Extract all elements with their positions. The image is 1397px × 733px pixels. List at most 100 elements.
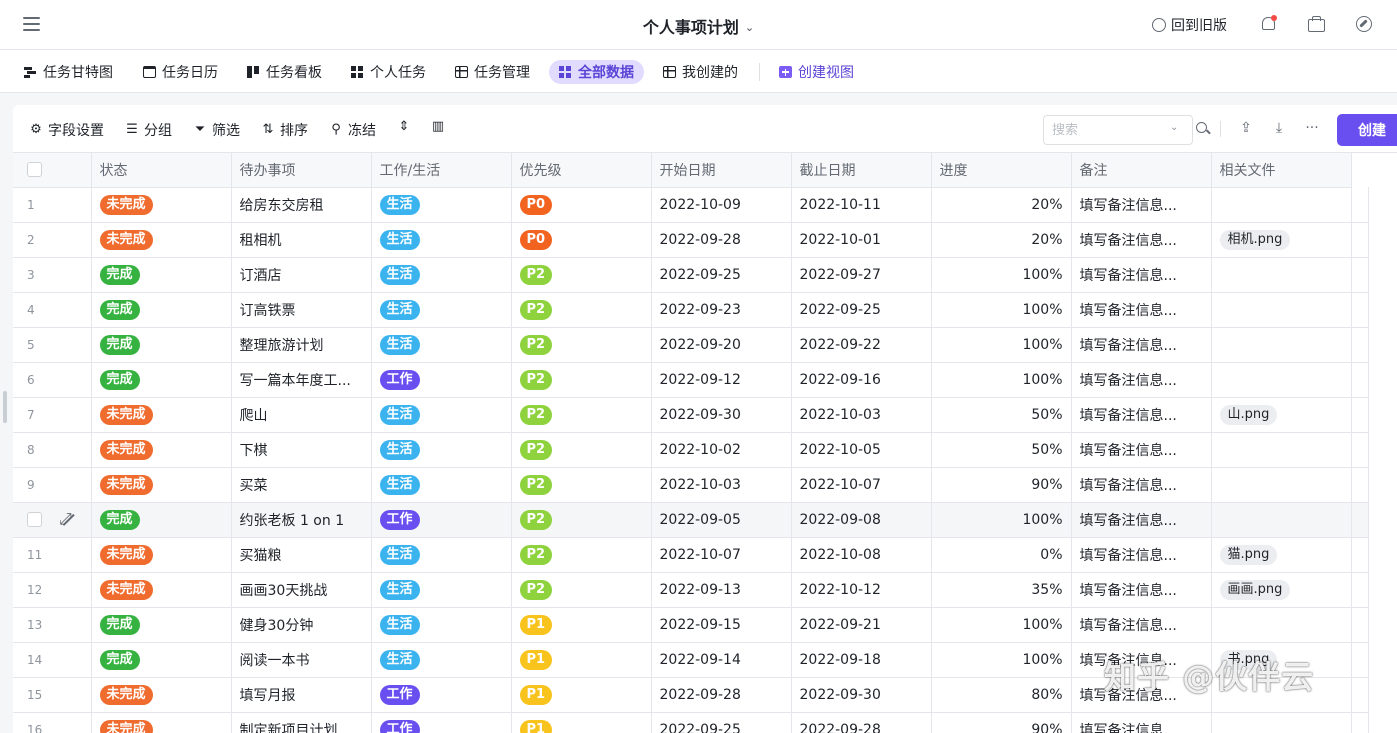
priority-cell[interactable]: P1 — [511, 712, 652, 733]
progress-cell[interactable]: 90% — [931, 712, 1072, 733]
title-dropdown[interactable] — [650, 10, 790, 38]
file-cell[interactable]: 画画.png — [1211, 572, 1352, 608]
priority-cell[interactable]: P2 — [511, 432, 652, 468]
status-cell[interactable]: 完成 — [91, 292, 232, 328]
table-row[interactable]: 9 未完成 买菜 生活 P2 2022-10-03 2022-10-07 90% 填写备注信息.… — [13, 467, 1369, 503]
note-cell[interactable]: 填写备注信息... — [1071, 642, 1212, 678]
category-cell[interactable]: 生活 — [371, 537, 512, 573]
progress-cell[interactable]: 100% — [931, 257, 1072, 293]
chart-button[interactable]: ▥ — [431, 120, 445, 134]
file-cell[interactable] — [1211, 292, 1352, 328]
table-row[interactable]: 11 未完成 买猫粮 生活 P2 2022-10-07 2022-10-08 0% 填写备注信息… — [13, 537, 1369, 573]
priority-cell[interactable]: P2 — [511, 397, 652, 433]
status-cell[interactable]: 未完成 — [91, 467, 232, 503]
category-cell[interactable]: 生活 — [371, 292, 512, 328]
table-row[interactable]: 4 完成 订高铁票 生活 P2 2022-09-23 2022-09-25 100% 填写备注信… — [13, 292, 1369, 328]
note-cell[interactable]: 填写备注信息... — [1071, 432, 1212, 468]
category-cell[interactable]: 工作 — [371, 502, 512, 538]
progress-cell[interactable]: 100% — [931, 327, 1072, 363]
file-chip[interactable]: 相机.png — [1219, 229, 1291, 250]
table-row[interactable]: 16 未完成 制定新项目计划 工作 P1 2022-09-25 2022-09-28 90% 填… — [13, 712, 1369, 733]
status-cell[interactable]: 未完成 — [91, 537, 232, 573]
file-cell[interactable]: 相机.png — [1211, 222, 1352, 258]
note-cell[interactable]: 填写备注信息... — [1071, 292, 1212, 328]
progress-cell[interactable]: 0% — [931, 537, 1072, 573]
note-cell[interactable]: 填写备注信息... — [1071, 677, 1212, 713]
status-cell[interactable]: 未完成 — [91, 397, 232, 433]
status-cell[interactable]: 未完成 — [91, 572, 232, 608]
category-cell[interactable]: 生活 — [371, 327, 512, 363]
column-header[interactable]: 相关文件 — [1211, 153, 1352, 188]
create-view-button[interactable]: 创建视图 — [769, 60, 864, 84]
table-row[interactable]: 3 完成 订酒店 生活 P2 2022-09-25 2022-09-27 100% 填写备注信息… — [13, 257, 1369, 293]
progress-cell[interactable]: 50% — [931, 432, 1072, 468]
start-date-cell[interactable]: 2022-09-12 — [651, 362, 792, 398]
search-input[interactable] — [1052, 121, 1162, 139]
note-cell[interactable]: 填写备注信息... — [1071, 537, 1212, 573]
task-cell[interactable]: 买猫粮 — [231, 537, 372, 573]
task-cell[interactable]: 整理旅游计划 — [231, 327, 372, 363]
note-cell[interactable]: 填写备注信息... — [1071, 607, 1212, 643]
status-cell[interactable]: 完成 — [91, 257, 232, 293]
note-cell[interactable]: 填写备注信息... — [1071, 257, 1212, 293]
task-cell[interactable]: 租相机 — [231, 222, 372, 258]
start-date-cell[interactable]: 2022-09-20 — [651, 327, 792, 363]
start-date-cell[interactable]: 2022-10-03 — [651, 467, 792, 503]
status-cell[interactable]: 完成 — [91, 327, 232, 363]
start-date-cell[interactable]: 2022-10-07 — [651, 537, 792, 573]
progress-cell[interactable]: 90% — [931, 467, 1072, 503]
category-cell[interactable]: 生活 — [371, 222, 512, 258]
progress-cell[interactable]: 80% — [931, 677, 1072, 713]
file-cell[interactable] — [1211, 257, 1352, 293]
end-date-cell[interactable]: 2022-09-25 — [791, 292, 932, 328]
end-date-cell[interactable]: 2022-10-11 — [791, 187, 932, 223]
end-date-cell[interactable]: 2022-09-22 — [791, 327, 932, 363]
status-cell[interactable]: 完成 — [91, 502, 232, 538]
task-cell[interactable]: 给房东交房租 — [231, 187, 372, 223]
tab-all-data[interactable]: 全部数据 — [549, 60, 644, 84]
priority-cell[interactable]: P2 — [511, 327, 652, 363]
upload-icon[interactable]: ⇪ — [1237, 119, 1255, 137]
more-icon[interactable]: ··· — [1303, 119, 1321, 137]
column-header[interactable]: 备注 — [1071, 153, 1212, 188]
chevron-down-icon[interactable]: ⌄ — [1170, 122, 1178, 133]
end-date-cell[interactable]: 2022-09-28 — [791, 712, 932, 733]
start-date-cell[interactable]: 2022-10-02 — [651, 432, 792, 468]
end-date-cell[interactable]: 2022-10-12 — [791, 572, 932, 608]
expand-record-icon[interactable] — [59, 509, 74, 529]
progress-cell[interactable]: 100% — [931, 607, 1072, 643]
task-cell[interactable]: 约张老板 1 on 1 — [231, 502, 372, 538]
category-cell[interactable]: 工作 — [371, 712, 512, 733]
end-date-cell[interactable]: 2022-10-08 — [791, 537, 932, 573]
create-button[interactable]: 创建 — [1337, 114, 1397, 146]
task-cell[interactable]: 买菜 — [231, 467, 372, 503]
category-cell[interactable]: 工作 — [371, 677, 512, 713]
table-row[interactable]: 13 完成 健身30分钟 生活 P1 2022-09-15 2022-09-21 100% 填写… — [13, 607, 1369, 643]
start-date-cell[interactable]: 2022-09-30 — [651, 397, 792, 433]
category-cell[interactable]: 生活 — [371, 572, 512, 608]
table-row[interactable]: 12 未完成 画画30天挑战 生活 P2 2022-09-13 2022-10-12 35% 填… — [13, 572, 1369, 608]
start-date-cell[interactable]: 2022-09-28 — [651, 677, 792, 713]
end-date-cell[interactable]: 2022-09-18 — [791, 642, 932, 678]
note-cell[interactable]: 填写备注信息... — [1071, 362, 1212, 398]
task-cell[interactable]: 阅读一本书 — [231, 642, 372, 678]
file-cell[interactable] — [1211, 712, 1352, 733]
column-header[interactable]: 截止日期 — [791, 153, 932, 188]
priority-cell[interactable]: P1 — [511, 642, 652, 678]
priority-cell[interactable]: P2 — [511, 362, 652, 398]
end-date-cell[interactable]: 2022-10-03 — [791, 397, 932, 433]
sort-button[interactable]: ⇅ 排序 — [261, 120, 308, 140]
task-cell[interactable]: 下棋 — [231, 432, 372, 468]
group-button[interactable]: ☰ 分组 — [125, 120, 172, 140]
back-to-old-version-button[interactable]: 回到旧版 — [1152, 15, 1227, 35]
start-date-cell[interactable]: 2022-09-25 — [651, 712, 792, 733]
category-cell[interactable]: 生活 — [371, 432, 512, 468]
priority-cell[interactable]: P0 — [511, 187, 652, 223]
category-cell[interactable]: 生活 — [371, 607, 512, 643]
category-cell[interactable]: 生活 — [371, 187, 512, 223]
file-chip[interactable]: 山.png — [1219, 404, 1278, 425]
progress-cell[interactable]: 20% — [931, 222, 1072, 258]
column-header[interactable]: 工作/生活 — [371, 153, 512, 188]
tab-created-by-me[interactable]: 我创建的 — [653, 60, 748, 84]
download-icon[interactable]: ⤓ — [1270, 119, 1288, 137]
